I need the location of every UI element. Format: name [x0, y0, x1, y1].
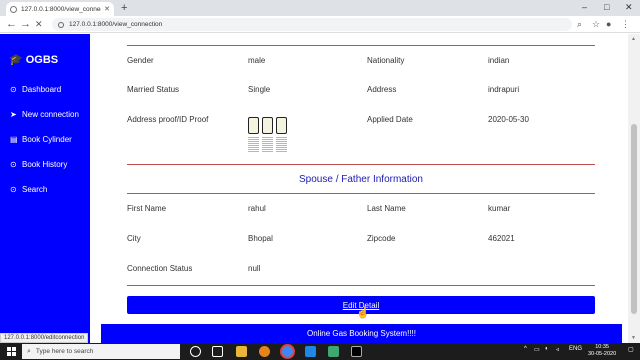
hand-cursor-icon: ☝: [356, 307, 370, 319]
stop-loading-icon[interactable]: ✕: [35, 17, 43, 31]
section-title: Spouse / Father Information: [299, 174, 423, 185]
proof-thumbnail[interactable]: [248, 117, 259, 153]
history-icon: ⊙: [10, 160, 17, 169]
connection-status-label: Connection Status: [127, 264, 193, 273]
close-window-icon[interactable]: ✕: [625, 1, 633, 13]
sidebar-item-label: Search: [22, 185, 48, 194]
new-tab-button[interactable]: +: [121, 2, 127, 14]
battery-icon[interactable]: ▭: [534, 346, 540, 353]
applied-date-label: Applied Date: [367, 115, 413, 124]
city-value: Bhopal: [248, 234, 273, 243]
taskbar: ⌕ Type here to search ^ ▭ ◐ ◃ ENG 10:35 …: [0, 343, 640, 360]
info-icon[interactable]: [58, 21, 64, 28]
taskbar-search-placeholder: Type here to search: [35, 348, 94, 355]
proof-thumbnail[interactable]: [276, 117, 287, 153]
task-view-icon[interactable]: [212, 346, 223, 357]
search-icon: ⌕: [27, 347, 31, 355]
applied-date-value: 2020-05-30: [488, 115, 529, 124]
gender-label: Gender: [127, 56, 154, 65]
browser-tab[interactable]: 127.0.0.1:8000/view_connection ✕: [6, 2, 114, 16]
bookmark-star-icon[interactable]: ☆: [592, 18, 600, 30]
sidebar-item-label: Book Cylinder: [22, 135, 72, 144]
profile-icon[interactable]: ●: [606, 18, 611, 30]
scrollbar-thumb[interactable]: [631, 124, 637, 314]
file-explorer-icon[interactable]: [236, 346, 247, 357]
status-url: 127.0.0.1:8000/editconnection: [0, 333, 89, 343]
connection-status-value: null: [248, 264, 261, 273]
married-status-value: Single: [248, 85, 271, 94]
print-icon: ▤: [10, 135, 18, 144]
nationality-label: Nationality: [367, 56, 405, 65]
first-name-value: rahul: [248, 204, 266, 213]
scroll-up-icon[interactable]: ▲: [631, 36, 636, 42]
divider: [127, 285, 595, 286]
graduation-cap-icon: 🎓: [9, 54, 23, 66]
windows-start-icon[interactable]: [7, 347, 16, 356]
address-value: indrapuri: [488, 85, 520, 94]
proof-thumbnail[interactable]: [262, 117, 273, 153]
scrollbar[interactable]: ▲ ▼: [628, 34, 640, 343]
dashboard-icon: ⊙: [10, 85, 17, 94]
gender-value: male: [248, 56, 266, 65]
divider: [127, 45, 595, 46]
tab-title: 127.0.0.1:8000/view_connection: [21, 5, 101, 13]
city-label: City: [127, 234, 141, 243]
address-row: ← → ✕ 127.0.0.1:8000/view_connection ⌕ ☆…: [0, 16, 640, 33]
chrome-icon[interactable]: [282, 346, 293, 357]
sidebar-item-book-cylinder[interactable]: ▤ Book Cylinder: [10, 135, 72, 144]
language-indicator[interactable]: ENG: [569, 346, 582, 352]
last-name-value: kumar: [488, 204, 511, 213]
address-proof-label: Address proof/ID Proof: [127, 115, 209, 124]
taskbar-search[interactable]: ⌕ Type here to search: [22, 344, 180, 359]
sidebar-item-dashboard[interactable]: ⊙ Dashboard: [10, 85, 61, 94]
zipcode-label: Zipcode: [367, 234, 396, 243]
brand-name: OGBS: [25, 53, 59, 66]
close-tab-icon[interactable]: ✕: [104, 5, 110, 13]
maximize-icon[interactable]: □: [604, 1, 609, 13]
divider: [127, 164, 595, 165]
sidebar: 🎓 OGBS ⊙ Dashboard ➤ New connection ▤ Bo…: [0, 34, 90, 343]
system-clock[interactable]: 10:35 30-05-2020: [588, 344, 616, 358]
nationality-value: indian: [488, 56, 510, 65]
clock-date: 30-05-2020: [588, 351, 617, 357]
paper-plane-icon: ➤: [10, 110, 17, 119]
search-page-icon[interactable]: ⌕: [577, 18, 582, 30]
pycharm-icon[interactable]: [328, 346, 339, 357]
first-name-label: First Name: [127, 204, 167, 213]
volume-icon[interactable]: ◃: [556, 346, 559, 353]
footer-banner: Online Gas Booking System!!!!: [101, 324, 622, 343]
clock-time: 10:35: [595, 344, 609, 350]
sidebar-item-new-connection[interactable]: ➤ New connection: [10, 110, 79, 119]
search-icon: ⊙: [10, 185, 17, 194]
url-text: 127.0.0.1:8000/view_connection: [69, 21, 163, 28]
last-name-label: Last Name: [367, 204, 406, 213]
tray-up-arrow-icon[interactable]: ^: [524, 346, 527, 352]
sidebar-item-label: Dashboard: [22, 85, 62, 94]
terminal-icon[interactable]: [351, 346, 362, 357]
sidebar-item-label: New connection: [22, 110, 79, 119]
address-proof-images: [248, 117, 287, 153]
sidebar-item-label: Book History: [22, 160, 68, 169]
married-status-label: Married Status: [127, 85, 180, 94]
divider: [127, 193, 595, 194]
scroll-down-icon[interactable]: ▼: [631, 335, 636, 341]
zipcode-value: 462021: [488, 234, 515, 243]
firefox-icon[interactable]: [259, 346, 270, 357]
forward-icon[interactable]: →: [20, 17, 31, 31]
sidebar-item-search[interactable]: ⊙ Search: [10, 185, 47, 194]
minimize-icon[interactable]: –: [582, 1, 587, 13]
python-icon[interactable]: [305, 346, 316, 357]
browser-tab-strip: 127.0.0.1:8000/view_connection ✕ + – □ ✕: [0, 0, 640, 16]
network-icon[interactable]: ◐: [545, 346, 549, 352]
brand[interactable]: 🎓 OGBS: [9, 53, 59, 67]
menu-dots-icon[interactable]: ⋮: [621, 18, 630, 30]
address-label: Address: [367, 85, 397, 94]
back-icon[interactable]: ←: [6, 17, 17, 31]
cortana-icon[interactable]: [190, 346, 201, 357]
sidebar-item-book-history[interactable]: ⊙ Book History: [10, 160, 67, 169]
notifications-icon[interactable]: ▢: [628, 346, 634, 353]
address-bar[interactable]: 127.0.0.1:8000/view_connection: [52, 18, 572, 31]
globe-icon: [10, 5, 17, 13]
